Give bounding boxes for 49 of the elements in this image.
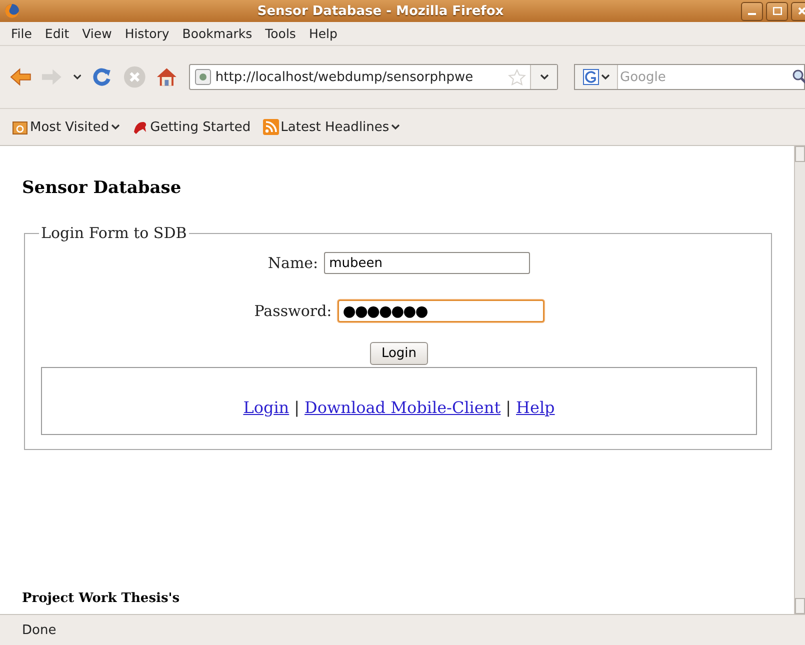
search-icon[interactable] xyxy=(792,69,805,85)
nav-link[interactable]: Download Mobile-Client xyxy=(304,398,501,416)
maximize-button[interactable] xyxy=(766,2,788,20)
chevron-down-icon xyxy=(391,124,400,130)
address-bar[interactable]: http://localhost/webdump/sensorphpwe xyxy=(189,64,558,90)
password-field[interactable]: ●●●●●●● xyxy=(338,300,544,322)
firefox-icon xyxy=(4,3,20,19)
home-icon[interactable] xyxy=(156,67,178,87)
maximize-icon xyxy=(772,7,782,15)
menu-item[interactable]: Tools xyxy=(260,26,304,41)
feed-icon xyxy=(262,119,279,135)
minimize-button[interactable] xyxy=(741,2,763,20)
menu-item[interactable]: File xyxy=(6,26,40,41)
chevron-down-icon xyxy=(540,74,549,80)
menu-item[interactable]: View xyxy=(77,26,120,41)
window-title: Sensor Database - Mozilla Firefox xyxy=(256,4,505,18)
chevron-down-icon xyxy=(111,124,120,130)
bookmark-item[interactable]: Latest Headlines xyxy=(262,119,400,135)
name-field[interactable]: mubeen xyxy=(324,252,530,274)
form-legend: Login Form to SDB xyxy=(39,224,189,242)
menu-item[interactable]: Edit xyxy=(40,26,78,41)
creature-icon xyxy=(132,120,148,134)
page-icon xyxy=(195,69,212,85)
menu-item[interactable]: History xyxy=(120,26,178,41)
nav-link[interactable]: Login xyxy=(243,398,290,416)
folder-icon xyxy=(12,120,28,134)
status-text: Done xyxy=(0,614,805,645)
scrollbar[interactable] xyxy=(794,146,805,614)
bookmark-item[interactable]: Getting Started xyxy=(132,120,251,134)
field-label: Password: xyxy=(254,302,332,320)
close-icon xyxy=(798,7,805,15)
nav-link[interactable]: Help xyxy=(516,398,555,416)
menu-item[interactable]: Bookmarks xyxy=(177,26,260,41)
bookmark-item[interactable]: Most Visited xyxy=(12,120,120,134)
chevron-down-icon xyxy=(72,74,82,80)
separator: | xyxy=(294,398,300,416)
search-bar[interactable]: Google xyxy=(574,64,805,90)
page-heading: Sensor Database xyxy=(22,178,182,198)
menu-item[interactable]: Help xyxy=(304,26,346,41)
star-icon[interactable] xyxy=(508,68,526,86)
separator: | xyxy=(506,398,512,416)
reload-icon[interactable] xyxy=(91,66,113,88)
chevron-down-icon xyxy=(600,74,610,80)
footer-text: Project Work Thesis's xyxy=(22,591,181,606)
search-field[interactable]: Google xyxy=(618,68,792,86)
login-button[interactable]: Login xyxy=(370,342,428,365)
search-engine-icon[interactable] xyxy=(582,69,599,85)
field-label: Name: xyxy=(268,254,318,272)
back-arrow-icon[interactable] xyxy=(10,68,32,86)
